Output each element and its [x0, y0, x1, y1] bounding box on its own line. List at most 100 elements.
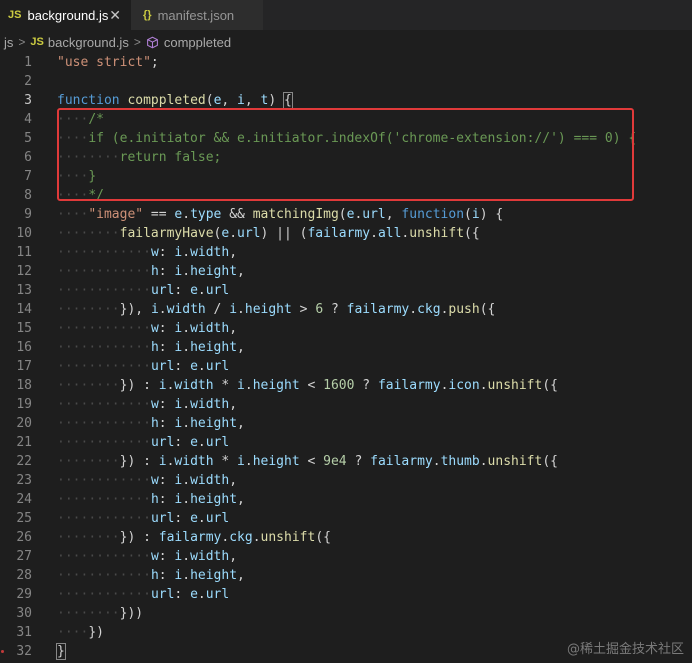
code-token: i	[471, 207, 480, 222]
code-text: function comppleted(e, i, t) {	[57, 91, 293, 110]
code-text: ············w: i.width,	[57, 471, 237, 490]
code-line[interactable]: 23 ············w: i.width,	[0, 471, 692, 490]
code-line[interactable]: 28 ············h: i.height,	[0, 566, 692, 585]
code-line[interactable]: 25 ············url: e.url	[0, 509, 692, 528]
code-token: width	[166, 302, 206, 317]
code-editor[interactable]: 1 "use strict"; 2 3 function comppleted(e, i…	[0, 53, 692, 663]
code-text: ········}) : i.width * i.height < 1600 ?…	[57, 376, 558, 395]
line-number: 26	[16, 530, 32, 545]
code-token: :	[158, 397, 175, 412]
code-token: .	[182, 321, 191, 336]
indent-guide-dots: ····	[119, 473, 151, 488]
code-line[interactable]: 11 ············w: i.width,	[0, 243, 692, 262]
code-line[interactable]: 3 function comppleted(e, i, t) {	[0, 91, 692, 110]
code-line[interactable]: 16 ············h: i.height,	[0, 338, 692, 357]
code-line[interactable]: 26 ········}) : failarmy.ckg.unshift({	[0, 528, 692, 547]
code-text: ············url: e.url	[57, 357, 229, 376]
breadcrumb-folder[interactable]: js	[4, 35, 13, 50]
code-line[interactable]: 22 ········}) : i.width * i.height < 9e4 …	[0, 452, 692, 471]
code-token: function	[401, 207, 465, 222]
code-line[interactable]: 7 ····}	[0, 167, 692, 186]
code-token: h	[150, 264, 159, 279]
code-line[interactable]: 24 ············h: i.height,	[0, 490, 692, 509]
code-token: (	[338, 207, 347, 222]
code-line[interactable]: 19 ············w: i.width,	[0, 395, 692, 414]
code-line[interactable]: 14 ········}), i.width / i.height > 6 ? f…	[0, 300, 692, 319]
indent-guide-dots: ····	[57, 226, 89, 241]
code-token: push	[448, 302, 480, 317]
code-token: failarmy	[377, 378, 441, 393]
code-token: url	[237, 226, 261, 241]
indent-guide-dots: ····	[57, 397, 89, 412]
code-token: ,	[229, 245, 238, 260]
code-token: /	[205, 302, 230, 317]
indent-guide-dots: ····	[57, 511, 89, 526]
close-icon[interactable]: ✕	[109, 7, 121, 24]
code-token: url	[150, 435, 175, 450]
code-token: .	[182, 245, 191, 260]
code-token: url	[150, 283, 175, 298]
code-token: :	[158, 264, 175, 279]
code-token: h	[150, 340, 159, 355]
code-token: .	[182, 492, 191, 507]
line-number: 30	[16, 606, 32, 621]
code-line[interactable]: 30 ········}))	[0, 604, 692, 623]
code-token: :	[158, 568, 175, 583]
code-token: url	[205, 511, 230, 526]
code-token: }) :	[119, 378, 159, 393]
code-token: return false;	[119, 150, 222, 165]
code-token: url	[205, 283, 230, 298]
code-line[interactable]: 12 ············h: i.height,	[0, 262, 692, 281]
code-token: .	[409, 302, 418, 317]
code-line[interactable]: 27 ············w: i.width,	[0, 547, 692, 566]
indent-guide-dots: ····	[57, 131, 89, 146]
breadcrumb-file[interactable]: background.js	[48, 35, 129, 50]
code-line[interactable]: 2	[0, 72, 692, 91]
indent-guide-dots: ····	[88, 321, 120, 336]
code-line[interactable]: 9 ····"image" == e.type && matchingImg(e.…	[0, 205, 692, 224]
code-line[interactable]: 18 ········}) : i.width * i.height < 1600…	[0, 376, 692, 395]
code-token: ,	[237, 264, 245, 279]
line-number: 16	[16, 340, 32, 355]
code-line[interactable]: 8 ····*/	[0, 186, 692, 205]
indent-guide-dots: ····	[57, 568, 89, 583]
code-line[interactable]: 21 ············url: e.url	[0, 433, 692, 452]
tab-background-js[interactable]: JS background.js ✕	[0, 0, 131, 30]
code-line[interactable]: 4 ····/*	[0, 110, 692, 129]
code-text: ············h: i.height,	[57, 566, 245, 585]
breadcrumb-symbol[interactable]: comppleted	[164, 35, 231, 50]
code-line[interactable]: 13 ············url: e.url	[0, 281, 692, 300]
indent-guide-dots: ····	[88, 340, 120, 355]
indent-guide-dots: ····	[57, 606, 89, 621]
code-line[interactable]: 10 ········failarmyHave(e.url) || (failar…	[0, 224, 692, 243]
indent-guide-dots: ····	[119, 321, 151, 336]
line-number: 21	[16, 435, 32, 450]
code-line[interactable]: 20 ············h: i.height,	[0, 414, 692, 433]
code-token: :	[158, 416, 175, 431]
code-text: ····})	[57, 623, 104, 642]
code-token: <	[299, 454, 324, 469]
cube-icon	[146, 36, 158, 48]
line-number: 22	[16, 454, 32, 469]
code-token: h	[150, 492, 159, 507]
code-text: ········}) : i.width * i.height < 9e4 ? …	[57, 452, 558, 471]
code-line[interactable]: 6 ········return false;	[0, 148, 692, 167]
code-line[interactable]: 5 ····if (e.initiator && e.initiator.inde…	[0, 129, 692, 148]
code-line[interactable]: 29 ············url: e.url	[0, 585, 692, 604]
line-number: 13	[16, 283, 32, 298]
code-token: ;	[150, 55, 159, 70]
code-line[interactable]: 15 ············w: i.width,	[0, 319, 692, 338]
code-text: "use strict";	[57, 53, 159, 72]
code-token: .	[182, 473, 191, 488]
indent-guide-dots: ····	[88, 473, 120, 488]
code-line[interactable]: 17 ············url: e.url	[0, 357, 692, 376]
tab-manifest-json[interactable]: {} manifest.json	[131, 0, 263, 30]
code-token: url	[150, 511, 175, 526]
code-token: .	[158, 302, 167, 317]
code-line[interactable]: 1 "use strict";	[0, 53, 692, 72]
indent-guide-dots: ····	[57, 340, 89, 355]
code-token: :	[174, 511, 191, 526]
code-token: ,	[237, 568, 245, 583]
breakpoint-marker	[1, 650, 4, 653]
code-token: <	[299, 378, 324, 393]
